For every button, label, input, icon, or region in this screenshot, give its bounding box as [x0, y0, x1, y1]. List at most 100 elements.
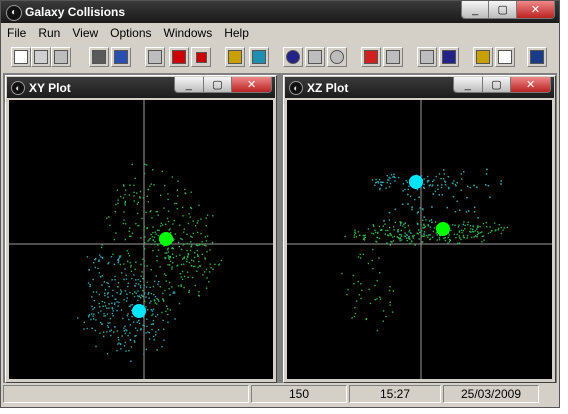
zoom-out-icon — [286, 50, 300, 64]
star-point — [124, 193, 126, 196]
star-point — [149, 238, 151, 240]
menu-run[interactable]: Run — [32, 24, 66, 42]
star-point — [173, 219, 175, 222]
close-button[interactable]: ✕ — [516, 1, 554, 18]
help-button[interactable] — [473, 47, 493, 67]
star-point — [157, 249, 160, 251]
star-point — [150, 323, 153, 326]
exit-button[interactable] — [527, 47, 547, 67]
grid-button[interactable] — [383, 47, 403, 67]
star-point — [137, 299, 139, 302]
target-button[interactable] — [327, 47, 347, 67]
star-point — [129, 235, 131, 238]
xy-plot-title-bar[interactable]: ◐ XY Plot _ ▢ ✕ — [7, 77, 275, 98]
star-point — [174, 292, 176, 294]
new-button[interactable] — [11, 47, 31, 67]
cascade-icon — [442, 50, 456, 64]
star-point — [171, 176, 173, 178]
clipboard-button[interactable] — [225, 47, 245, 67]
zoom-out-button[interactable] — [283, 47, 303, 67]
print-preview-button[interactable] — [111, 47, 131, 67]
star-point — [209, 263, 211, 265]
eye-button[interactable] — [249, 47, 269, 67]
menu-help[interactable]: Help — [218, 24, 255, 42]
star-point — [168, 229, 170, 231]
open-button[interactable] — [31, 47, 51, 67]
star-point — [101, 257, 104, 259]
star-point — [138, 283, 140, 285]
star-point — [361, 289, 363, 291]
star-point — [399, 224, 402, 226]
star-point — [418, 229, 420, 231]
xy-maximize-button[interactable]: ▢ — [203, 77, 233, 92]
star-point — [144, 163, 146, 165]
star-point — [115, 298, 117, 300]
xz-close-button[interactable]: ✕ — [511, 77, 550, 92]
print-button[interactable] — [89, 47, 109, 67]
speech-button[interactable] — [495, 47, 515, 67]
star-point — [93, 313, 95, 315]
star-point — [178, 246, 180, 248]
minimize-button[interactable]: _ — [462, 1, 490, 18]
xz-minimize-button[interactable]: _ — [454, 77, 483, 92]
star-point — [143, 325, 145, 327]
star-point — [87, 282, 90, 284]
fast-forward-button[interactable] — [169, 47, 189, 67]
star-point — [146, 318, 148, 320]
save-button[interactable] — [51, 47, 71, 67]
stop-button[interactable] — [191, 47, 211, 67]
xy-plot-canvas[interactable] — [9, 100, 273, 379]
star-point — [187, 256, 189, 258]
star-point — [160, 194, 162, 196]
menu-file[interactable]: File — [1, 24, 32, 42]
title-bar[interactable]: ◐ Galaxy Collisions _ ▢ ✕ — [1, 1, 559, 23]
galaxy-app-icon[interactable]: ◐ — [6, 5, 22, 21]
menu-bar: File Run View Options Windows Help — [1, 24, 559, 42]
xy-close-button[interactable]: ✕ — [232, 77, 271, 92]
star-point — [434, 190, 437, 193]
star-point — [168, 281, 171, 284]
star-point — [94, 266, 96, 269]
star-point — [143, 293, 145, 295]
star-point — [389, 177, 391, 179]
menu-windows[interactable]: Windows — [158, 24, 219, 42]
star-point — [431, 206, 433, 208]
star-point — [119, 263, 121, 266]
star-point — [177, 180, 179, 182]
star-point — [203, 271, 206, 273]
star-point — [98, 306, 101, 308]
square-button[interactable] — [305, 47, 325, 67]
star-point — [143, 284, 145, 287]
star-point — [385, 315, 387, 318]
colors-button[interactable] — [361, 47, 381, 67]
menu-options[interactable]: Options — [104, 24, 157, 42]
star-point — [148, 331, 151, 334]
tile-button[interactable] — [417, 47, 437, 67]
star-point — [112, 315, 114, 317]
xy-minimize-button[interactable]: _ — [175, 77, 204, 92]
menu-view[interactable]: View — [66, 24, 104, 42]
star-point — [477, 217, 479, 219]
star-point — [183, 286, 185, 289]
star-point — [156, 260, 158, 262]
star-point — [192, 260, 195, 262]
star-point — [467, 221, 469, 223]
star-point — [119, 195, 122, 198]
star-point — [437, 188, 439, 190]
star-point — [441, 184, 443, 186]
xz-plot-title-bar[interactable]: ◐ XZ Plot _ ▢ ✕ — [285, 77, 554, 98]
star-point — [104, 292, 106, 294]
star-point — [118, 342, 120, 344]
xz-plot-canvas[interactable] — [287, 100, 552, 379]
blank-button[interactable] — [145, 47, 165, 67]
star-point — [187, 276, 189, 278]
cascade-button[interactable] — [439, 47, 459, 67]
maximize-button[interactable]: ▢ — [489, 1, 517, 18]
star-point — [427, 180, 429, 182]
xy-plot-svg — [9, 100, 273, 379]
star-point — [140, 275, 142, 277]
star-point — [153, 243, 156, 245]
star-point — [103, 331, 105, 333]
xz-maximize-button[interactable]: ▢ — [482, 77, 512, 92]
star-point — [443, 178, 445, 180]
